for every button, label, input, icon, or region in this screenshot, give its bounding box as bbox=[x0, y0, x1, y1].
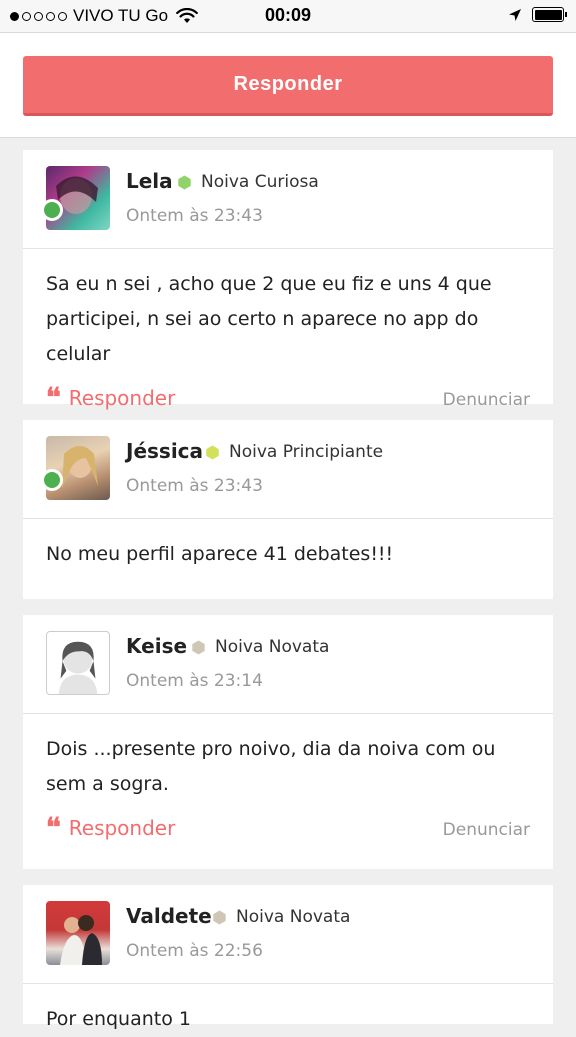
status-bar: VIVO TU Go 00:09 bbox=[0, 0, 576, 32]
post-reply-button[interactable]: ❛❛ Responder bbox=[46, 383, 176, 413]
post-text: Por enquanto 1 bbox=[46, 1008, 191, 1030]
post-reply-button[interactable]: ❛❛ Responder bbox=[46, 813, 176, 843]
status-bar-right bbox=[508, 7, 567, 22]
online-indicator bbox=[41, 199, 63, 221]
post-header: Lela Noiva Curiosa Ontem às 23:43 bbox=[23, 150, 553, 249]
post-card: Jéssica Noiva Principiante Ontem às 23:4… bbox=[23, 420, 553, 599]
report-link[interactable]: Denunciar bbox=[443, 820, 530, 840]
avatar[interactable] bbox=[46, 631, 110, 695]
author-name[interactable]: Keise bbox=[126, 634, 187, 658]
rank-label: Noiva Curiosa bbox=[201, 172, 319, 192]
quote-icon: ❛❛ bbox=[46, 813, 61, 843]
reply-button[interactable]: Responder bbox=[23, 56, 553, 116]
rank-badge: Noiva Novata bbox=[212, 907, 350, 927]
author-name[interactable]: Lela bbox=[126, 169, 173, 193]
post-time: Ontem às 23:14 bbox=[126, 671, 263, 691]
avatar[interactable] bbox=[46, 901, 110, 965]
hexagon-badge-icon bbox=[206, 445, 219, 459]
online-indicator bbox=[41, 469, 63, 491]
post-time: Ontem às 22:56 bbox=[126, 941, 263, 961]
rank-label: Noiva Novata bbox=[236, 907, 351, 927]
post-time: Ontem às 23:43 bbox=[126, 476, 263, 496]
location-arrow-icon bbox=[509, 8, 521, 21]
post-text: No meu perfil aparece 41 debates!!! bbox=[46, 543, 394, 565]
report-link[interactable]: Denunciar bbox=[443, 390, 530, 410]
post-header: Valdete Noiva Novata Ontem às 22:56 bbox=[23, 885, 553, 984]
reply-label: Responder bbox=[68, 816, 176, 840]
post-header: Keise Noiva Novata Ontem às 23:14 bbox=[23, 615, 553, 714]
rank-badge: Noiva Principiante bbox=[205, 442, 383, 462]
post-text: Sa eu n sei , acho que 2 que eu fiz e un… bbox=[46, 273, 492, 365]
reply-label: Responder bbox=[68, 386, 176, 410]
post-header: Jéssica Noiva Principiante Ontem às 23:4… bbox=[23, 420, 553, 519]
rank-badge: Noiva Curiosa bbox=[177, 172, 319, 192]
status-time: 00:09 bbox=[264, 5, 312, 25]
post-actions: ❛❛ Responder Denunciar bbox=[23, 802, 553, 872]
hexagon-badge-icon bbox=[213, 910, 226, 924]
post-text: Dois ...presente pro noivo, dia da noiva… bbox=[46, 738, 496, 795]
rank-label: Noiva Principiante bbox=[229, 442, 384, 462]
post-card: Lela Noiva Curiosa Ontem às 23:43 Sa eu … bbox=[23, 150, 553, 411]
rank-badge: Noiva Novata bbox=[191, 637, 329, 657]
post-time: Ontem às 23:43 bbox=[126, 206, 263, 226]
battery-icon bbox=[532, 7, 567, 22]
quote-icon: ❛❛ bbox=[46, 383, 61, 413]
default-avatar-icon bbox=[58, 641, 98, 694]
author-name[interactable]: Jéssica bbox=[126, 439, 203, 463]
author-name[interactable]: Valdete bbox=[126, 904, 212, 928]
post-card: Keise Noiva Novata Ontem às 23:14 Dois .… bbox=[23, 615, 553, 869]
reply-bar: Responder bbox=[0, 32, 576, 138]
post-card: Valdete Noiva Novata Ontem às 22:56 Por … bbox=[23, 885, 553, 1030]
hexagon-badge-icon bbox=[178, 175, 191, 189]
hexagon-badge-icon bbox=[192, 640, 205, 654]
rank-label: Noiva Novata bbox=[215, 637, 330, 657]
